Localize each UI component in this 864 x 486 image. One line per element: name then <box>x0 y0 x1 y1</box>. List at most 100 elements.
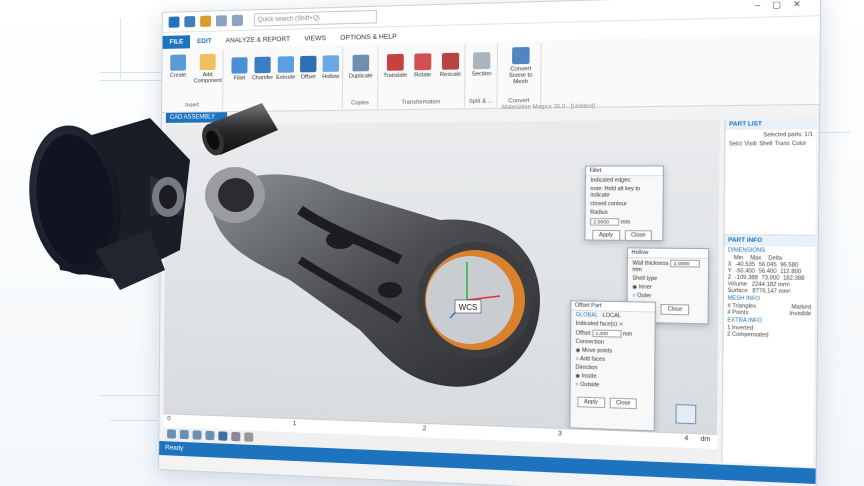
col-trans: Trans <box>774 140 790 148</box>
rotate-button[interactable]: Rotate <box>408 53 438 79</box>
ruler-unit: dm <box>700 436 711 444</box>
window-title: Materialise Magics 26.0 - [Untitled] <box>501 103 595 111</box>
move-points-radio[interactable]: Move points <box>582 347 612 354</box>
group-label-copies: Copies <box>351 100 369 107</box>
zoom-icon[interactable] <box>167 429 176 439</box>
quick-search-input[interactable]: Quick search (Shift+Q) <box>253 9 377 27</box>
extra-info-line: 2 Compensated <box>727 331 769 339</box>
measure-icon[interactable] <box>244 432 254 442</box>
part-list[interactable] <box>724 147 817 236</box>
add-component-button[interactable]: Add Component <box>194 53 222 84</box>
offset-tab-local[interactable]: LOCAL <box>603 313 622 320</box>
ruler-tick: 0 <box>167 416 171 423</box>
col-select: Selct <box>728 140 742 148</box>
view-cube-icon[interactable] <box>675 404 697 425</box>
extrude-icon <box>277 56 295 73</box>
add-component-icon <box>199 53 216 71</box>
points-label: # Points <box>727 309 749 317</box>
rescale-button[interactable]: Rescale <box>435 52 465 79</box>
duplicate-icon <box>352 54 370 72</box>
tab-file[interactable]: FILE <box>162 35 191 49</box>
zoom-in-icon[interactable] <box>179 429 189 440</box>
fillet-apply-button[interactable]: Apply <box>592 229 620 241</box>
ribbon-group-insert: Create Add Component Insert <box>162 49 224 111</box>
convert-mesh-icon <box>512 46 530 65</box>
zoom-out-icon[interactable] <box>192 430 202 440</box>
add-faces-radio[interactable]: Add faces <box>580 356 605 363</box>
radius-input[interactable]: 2.0000 <box>590 218 620 226</box>
undo-icon[interactable] <box>215 15 227 27</box>
indicated-faces-label: Indicated face(s) <box>575 320 618 328</box>
fillet-hint-line: note: Hold alt key to indicate <box>590 185 641 199</box>
ribbon-group-edit: Fillet Chamfer Extrude Offset Hollow <box>223 46 345 111</box>
outside-radio[interactable]: Outside <box>580 382 599 389</box>
translate-icon <box>386 53 404 71</box>
fillet-icon <box>231 57 248 74</box>
translate-button[interactable]: Translate <box>381 53 411 79</box>
tab-edit[interactable]: EDIT <box>190 35 219 49</box>
fillet-hint-line: closed contour <box>590 200 627 208</box>
ribbon-group-copies: Duplicate Copies <box>342 46 379 109</box>
section-icon <box>472 52 491 70</box>
offset-icon <box>300 55 317 73</box>
radius-unit: mm <box>620 219 631 226</box>
surface-value: 8776.147 mm² <box>752 288 791 296</box>
open-folder-icon[interactable] <box>200 15 212 27</box>
create-button[interactable]: Create <box>164 54 192 79</box>
ribbon-group-split: Section Split & ... <box>465 43 499 108</box>
offset-label: Offset <box>575 330 591 337</box>
ribbon-group-transformation: Translate Rotate Rescale Transformation <box>378 44 466 109</box>
create-icon <box>170 54 187 71</box>
wall-thickness-input[interactable]: 2.0000 <box>670 259 701 268</box>
group-label-transformation: Transformation <box>401 99 441 106</box>
surface-label: Surface <box>727 287 748 295</box>
fillet-dialog: Fillet Indicated edges: note: Hold alt k… <box>584 165 665 242</box>
offset-unit: mm <box>622 331 633 338</box>
ruler-tick: 2 <box>422 425 427 433</box>
part-info-header[interactable]: PART INFO <box>724 235 816 247</box>
perspective-icon[interactable] <box>231 431 241 442</box>
col-shell: Shell <box>759 140 773 148</box>
window-controls[interactable]: –▢✕ <box>755 0 813 10</box>
magics-logo-icon <box>168 16 180 28</box>
convert-scene-to-mesh-button[interactable]: Convert Scene to Mesh <box>503 46 538 86</box>
zoom-fit-icon[interactable] <box>205 430 215 441</box>
hollow-close-button[interactable]: Close <box>660 303 690 316</box>
clear-x-icon[interactable]: ✕ <box>619 321 624 328</box>
guide-line <box>120 18 121 78</box>
ribbon: Create Add Component Insert Fillet Chamf… <box>162 34 820 113</box>
shell-inner-radio[interactable]: Inner <box>639 284 652 291</box>
rotate-icon <box>414 53 432 71</box>
right-panel: PART LIST Selected parts: 1/1 Selct Visi… <box>721 118 817 467</box>
selected-parts-count: Selected parts: 1/1 <box>763 131 813 139</box>
redo-icon[interactable] <box>231 14 243 27</box>
fillet-dialog-title: Fillet <box>586 166 663 177</box>
offset-tab-global[interactable]: GLOBAL <box>576 312 598 319</box>
radius-label: Radius <box>590 209 608 217</box>
section-button[interactable]: Section <box>466 52 496 78</box>
view-cube-toolbar-icon[interactable] <box>218 431 228 441</box>
offset-close-button[interactable]: Close <box>609 397 638 410</box>
duplicate-button[interactable]: Duplicate <box>346 54 375 80</box>
hollow-button[interactable]: Hollow <box>316 55 345 80</box>
inside-radio[interactable]: Inside <box>582 373 597 380</box>
col-visible: Visib <box>744 140 757 148</box>
offset-input[interactable]: 1.000 <box>591 329 622 338</box>
group-label-split: Split & ... <box>468 98 493 106</box>
fillet-hint-line: Indicated edges: <box>590 177 632 184</box>
offset-apply-button[interactable]: Apply <box>577 396 605 409</box>
part-list-header[interactable]: PART LIST <box>725 118 817 131</box>
ribbon-group-convert: Convert Scene to Mesh Convert <box>497 42 542 107</box>
fillet-close-button[interactable]: Close <box>624 230 653 242</box>
invisible-label: Invisible <box>789 310 812 318</box>
cad-assembly-tab[interactable]: CAD ASSEMBLY <box>165 112 228 123</box>
rescale-icon <box>441 52 460 70</box>
save-icon[interactable] <box>184 16 196 28</box>
tab-views[interactable]: VIEWS <box>297 32 333 46</box>
hollow-icon <box>322 55 340 73</box>
wall-unit: mm <box>632 266 642 274</box>
col-color: Color <box>791 140 807 148</box>
3d-viewport[interactable]: Fillet Indicated edges: note: Hold alt k… <box>163 119 720 434</box>
shell-outer-radio[interactable]: Outer <box>637 293 651 300</box>
stage: Quick search (Shift+Q) –▢✕ FILE EDIT ANA… <box>0 0 864 486</box>
